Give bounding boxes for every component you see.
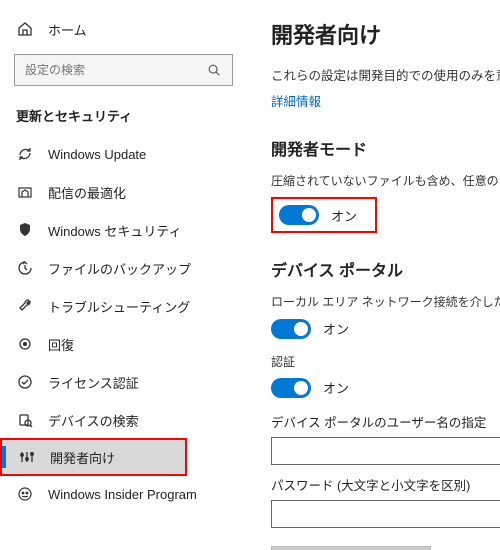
more-info-link[interactable]: 詳細情報 <box>271 91 321 110</box>
dev-mode-toggle[interactable] <box>279 205 319 225</box>
insider-icon <box>16 485 34 503</box>
developer-icon <box>18 448 36 466</box>
delivery-icon <box>16 183 34 201</box>
sidebar-item-label: 配信の最適化 <box>48 183 126 202</box>
main-content: 開発者向け これらの設定は開発目的での使用のみを意図してい 詳細情報 開発者モー… <box>247 0 500 550</box>
remote-diag-toggle[interactable] <box>271 319 311 339</box>
sidebar-item-label: トラブルシューティング <box>48 297 190 316</box>
backup-icon <box>16 259 34 277</box>
sidebar-item-label: 開発者向け <box>50 448 115 467</box>
password-label: パスワード (大文字と小文字を区別) <box>271 475 500 494</box>
page-description: これらの設定は開発目的での使用のみを意図してい <box>271 66 500 87</box>
home-label: ホーム <box>48 20 87 39</box>
shield-icon <box>16 221 34 239</box>
search-icon <box>205 61 223 79</box>
page-title: 開発者向け <box>271 18 500 50</box>
sidebar-item-insider[interactable]: Windows Insider Program <box>0 475 247 513</box>
sidebar-item-label: Windows Update <box>48 147 146 162</box>
sidebar-item-security[interactable]: Windows セキュリティ <box>0 211 247 249</box>
sidebar-item-activation[interactable]: ライセンス認証 <box>0 363 247 401</box>
sidebar-item-label: デバイスの検索 <box>48 411 139 430</box>
settings-sidebar: ホーム 更新とセキュリティ Windows Update 配信の最適化 <box>0 0 247 550</box>
remote-diag-toggle-label: オン <box>323 319 349 338</box>
home-nav[interactable]: ホーム <box>0 10 247 48</box>
sidebar-item-troubleshoot[interactable]: トラブルシューティング <box>0 287 247 325</box>
find-device-icon <box>16 411 34 429</box>
dev-mode-description: 圧縮されていないファイルも含め、任意のソースからのす。 <box>271 172 500 191</box>
sidebar-item-label: ライセンス認証 <box>48 373 139 392</box>
troubleshoot-icon <box>16 297 34 315</box>
sidebar-item-windows-update[interactable]: Windows Update <box>0 135 247 173</box>
home-icon <box>16 20 34 38</box>
dev-mode-heading: 開発者モード <box>271 136 500 160</box>
search-container <box>0 48 247 96</box>
sidebar-item-label: Windows Insider Program <box>48 487 197 502</box>
search-input[interactable] <box>14 54 233 86</box>
username-input[interactable] <box>271 437 500 465</box>
username-label: デバイス ポータルのユーザー名の指定 <box>271 412 500 431</box>
highlight-annotation: オン <box>271 197 377 233</box>
sidebar-item-label: Windows セキュリティ <box>48 221 182 240</box>
sidebar-item-delivery[interactable]: 配信の最適化 <box>0 173 247 211</box>
sidebar-item-backup[interactable]: ファイルのバックアップ <box>0 249 247 287</box>
auth-toggle[interactable] <box>271 378 311 398</box>
dev-mode-toggle-label: オン <box>331 206 357 225</box>
sidebar-item-recovery[interactable]: 回復 <box>0 325 247 363</box>
sidebar-item-find-device[interactable]: デバイスの検索 <box>0 401 247 439</box>
sidebar-item-developers[interactable]: 開発者向け <box>0 438 187 476</box>
section-title: 更新とセキュリティ <box>0 96 247 135</box>
activation-icon <box>16 373 34 391</box>
sidebar-item-label: ファイルのバックアップ <box>48 259 191 278</box>
auth-label: 認証 <box>271 353 500 372</box>
apply-button[interactable]: 適用 <box>271 546 431 550</box>
auth-toggle-label: オン <box>323 378 349 397</box>
remote-diag-label: ローカル エリア ネットワーク接続を介したリモート診断 <box>271 293 500 312</box>
sync-icon <box>16 145 34 163</box>
password-input[interactable] <box>271 500 500 528</box>
device-portal-heading: デバイス ポータル <box>271 257 500 281</box>
sidebar-item-label: 回復 <box>48 335 74 354</box>
recovery-icon <box>16 335 34 353</box>
